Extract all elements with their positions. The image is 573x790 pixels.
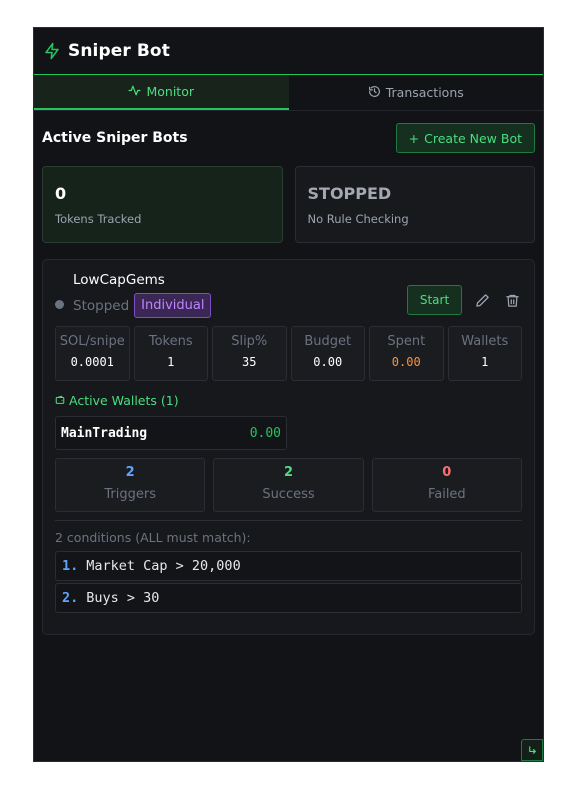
param-tokens: Tokens 1 [133,326,208,381]
param-value: 0.00 [391,355,421,369]
param-wallets: Wallets 1 [447,326,522,381]
conditions-heading: 2 conditions (ALL must match): [55,530,251,545]
param-spent: Spent 0.00 [369,326,444,381]
param-value: 0.0001 [70,355,114,369]
stat-value: 0 [55,184,67,203]
section-header: Active Sniper Bots + Create New Bot [34,111,543,157]
condition-item: 2. Buys > 30 [55,583,522,613]
param-slippage: Slip% 35 [212,326,287,381]
param-label: Tokens [148,334,193,349]
stat-label: No Rule Checking [307,212,409,226]
stat-rule-status: STOPPED No Rule Checking [294,166,535,243]
bot-card: LowCapGems Stopped Individual Start SOL/… [42,259,535,635]
param-value: 1 [167,355,175,369]
wallet-icon [55,393,65,408]
param-label: Budget [304,334,352,349]
start-button[interactable]: Start [407,285,462,315]
param-sol-per-snipe: SOL/snipe 0.0001 [55,326,130,381]
panel-title: Sniper Bot [68,41,170,61]
condition-text: Buys > 30 [86,590,160,606]
edit-pencil-icon[interactable] [472,290,492,310]
param-label: Slip% [231,334,268,349]
param-label: SOL/snipe [59,334,125,349]
tab-monitor-label: Monitor [146,84,195,99]
corner-down-right-icon [527,741,538,760]
counter-label: Triggers [104,487,156,502]
counter-triggers: 2 Triggers [55,458,206,512]
param-value: 0.00 [313,355,343,369]
status-dot [55,299,64,309]
plus-icon: + [408,130,420,146]
bot-name: LowCapGems [73,272,165,288]
stat-tokens-tracked: 0 Tokens Tracked [42,166,283,243]
condition-text: Market Cap > 20,000 [86,558,241,574]
counter-label: Failed [427,487,466,502]
condition-item: 1. Market Cap > 20,000 [55,551,522,581]
bot-status: Stopped [73,297,130,314]
create-new-bot-button[interactable]: + Create New Bot [395,123,535,153]
stat-value: STOPPED [307,184,392,203]
param-label: Spent [387,334,426,349]
bot-params: SOL/snipe 0.0001 Tokens 1 Slip% 35 Budge… [55,326,522,381]
wallet-balance: 0.00 [249,425,281,441]
bot-counters: 2 Triggers 2 Success 0 Failed [55,458,522,512]
param-label: Wallets [461,334,509,349]
tab-monitor[interactable]: Monitor [34,75,289,110]
condition-number: 1. [62,558,79,574]
counter-value: 2 [125,465,135,480]
sniper-bot-panel: Sniper Bot Monitor Transactions Active S… [33,27,544,762]
section-title: Active Sniper Bots [42,130,188,146]
wallet-name: MainTrading [61,425,148,441]
wallet-row: MainTrading 0.00 [55,416,287,450]
bot-card-header: LowCapGems Stopped Individual Start [55,272,522,318]
divider [55,520,522,521]
stats-row: 0 Tokens Tracked STOPPED No Rule Checkin… [34,157,543,243]
param-value: 35 [242,355,257,369]
tab-bar: Monitor Transactions [34,75,543,111]
tab-transactions[interactable]: Transactions [289,75,544,110]
counter-value: 2 [283,465,294,480]
create-new-bot-label: Create New Bot [424,130,522,146]
corner-arrow-button[interactable] [521,739,543,761]
history-icon [368,85,381,101]
counter-value: 0 [442,465,452,480]
param-value: 1 [481,355,489,369]
lightning-bolt-icon [43,42,61,60]
counter-failed: 0 Failed [371,458,522,512]
trash-icon[interactable] [502,290,522,310]
panel-header: Sniper Bot [34,28,543,75]
active-wallets-label: Active Wallets (1) [69,393,179,408]
activity-icon [128,84,141,100]
param-budget: Budget 0.00 [290,326,365,381]
tab-transactions-label: Transactions [385,85,464,100]
counter-success: 2 Success [213,458,364,512]
stat-label: Tokens Tracked [55,212,142,226]
mode-badge: Individual [134,293,212,318]
active-wallets-heading: Active Wallets (1) [55,393,522,408]
condition-number: 2. [62,590,79,606]
counter-label: Success [262,487,315,502]
